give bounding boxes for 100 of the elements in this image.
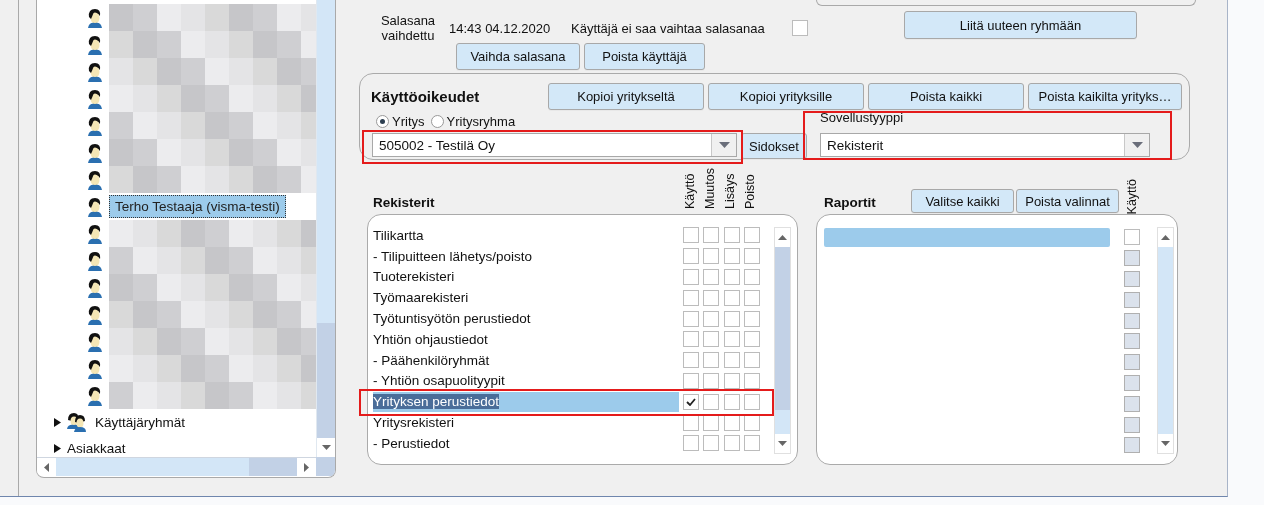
expand-arrow-icon[interactable] — [54, 443, 61, 453]
action-button[interactable]: Kopioi yrityksille — [708, 83, 864, 110]
scroll-down-button[interactable] — [775, 434, 790, 453]
checkbox[interactable] — [703, 435, 720, 452]
checkbox[interactable] — [743, 227, 760, 244]
checkbox[interactable] — [703, 289, 720, 306]
action-button[interactable]: Poista kaikki — [868, 83, 1024, 110]
list-item[interactable]: Yrityksen perustiedot — [373, 394, 500, 410]
list-item[interactable]: Yhtiön ohjaustiedot — [373, 331, 488, 347]
left-arrow-icon — [44, 462, 49, 472]
checkbox[interactable] — [743, 435, 760, 452]
checkbox[interactable] — [1124, 229, 1140, 246]
down-arrow-icon — [321, 445, 331, 450]
checkbox[interactable] — [703, 248, 720, 265]
checkbox[interactable] — [683, 435, 699, 452]
vertical-scrollbar[interactable] — [774, 227, 791, 454]
action-button[interactable]: Poista kaikilta yrityks… — [1028, 83, 1182, 110]
user-icon — [86, 169, 103, 190]
list-item[interactable]: - Yhtiön osapuolityypit — [373, 373, 505, 389]
checkbox[interactable] — [723, 310, 740, 327]
list-item[interactable]: Tuoterekisteri — [373, 269, 455, 285]
scroll-thumb[interactable] — [249, 458, 297, 476]
right-arrow-icon — [304, 462, 309, 472]
list-item[interactable]: - Perustiedot — [373, 435, 450, 451]
tree-item[interactable]: Asiakkaat — [67, 440, 126, 456]
list-item[interactable] — [824, 227, 1110, 247]
vertical-scrollbar[interactable] — [316, 0, 335, 457]
user-icon — [86, 331, 103, 352]
checkbox[interactable] — [703, 372, 720, 389]
action-button[interactable]: Valitse kaikki — [911, 189, 1014, 213]
checkbox[interactable] — [683, 269, 699, 285]
checkbox[interactable] — [743, 372, 760, 389]
horizontal-scrollbar[interactable] — [37, 457, 316, 476]
expand-arrow-icon[interactable] — [54, 417, 61, 427]
checkbox[interactable] — [703, 393, 720, 410]
user-icon — [86, 142, 103, 163]
vertical-scrollbar[interactable] — [1157, 227, 1174, 454]
links-button[interactable]: Sidokset — [741, 133, 807, 159]
checkbox[interactable] — [792, 20, 808, 36]
column-header: Käyttö — [1124, 177, 1140, 214]
list-item[interactable]: - Päähenkilöryhmät — [373, 352, 490, 368]
checkbox[interactable] — [743, 393, 760, 410]
checkbox[interactable] — [703, 227, 720, 244]
checkbox[interactable] — [743, 289, 760, 306]
list-item[interactable]: Työmaarekisteri — [373, 290, 469, 306]
action-button[interactable]: Kopioi yritykseltä — [548, 83, 704, 110]
checkbox[interactable] — [743, 352, 760, 369]
company-dropdown[interactable]: 505002 - Testilä Oy — [372, 133, 737, 157]
action-button[interactable]: Vaihda salasana — [456, 43, 580, 70]
checkbox[interactable] — [743, 248, 760, 265]
checkbox[interactable] — [723, 269, 740, 285]
section-title: Raportit — [824, 195, 877, 212]
user-icon — [86, 196, 103, 217]
down-arrow-icon — [1161, 441, 1170, 446]
list-item[interactable]: Työtuntisyötön perustiedot — [373, 311, 531, 327]
tree-item[interactable]: Käyttäjäryhmät — [95, 414, 186, 430]
scroll-thumb[interactable] — [317, 323, 335, 438]
checkbox[interactable] — [683, 310, 699, 327]
checkbox[interactable] — [683, 331, 699, 348]
checkbox[interactable] — [723, 331, 740, 348]
checkbox[interactable] — [743, 310, 760, 327]
checkbox[interactable] — [743, 331, 760, 348]
tree-item[interactable]: Terho Testaaja (visma-testi) — [109, 195, 286, 218]
radio-option[interactable]: Yritys — [376, 113, 425, 129]
user-icon — [86, 7, 103, 28]
checkbox[interactable] — [703, 269, 720, 285]
action-button[interactable]: Poista valinnat — [1016, 189, 1119, 213]
checkbox[interactable] — [683, 393, 699, 410]
checkbox[interactable] — [683, 289, 699, 306]
scroll-up-button[interactable] — [775, 228, 790, 247]
list-item[interactable]: Yritysrekisteri — [373, 415, 454, 431]
application-type-dropdown[interactable]: Rekisterit — [820, 133, 1150, 157]
checkbox[interactable] — [703, 310, 720, 327]
list-item[interactable]: Tilikartta — [373, 227, 424, 243]
checkbox[interactable] — [703, 331, 720, 348]
user-icon — [86, 223, 103, 244]
radio-option[interactable]: Yritysryhma — [430, 113, 516, 129]
checkbox[interactable] — [723, 352, 740, 369]
up-arrow-icon — [1161, 235, 1170, 240]
checkbox[interactable] — [683, 248, 699, 265]
action-button[interactable]: Poista käyttäjä — [584, 43, 705, 70]
checkbox[interactable] — [723, 372, 740, 389]
checkbox[interactable] — [723, 435, 740, 452]
checkbox[interactable] — [723, 248, 740, 265]
checkbox[interactable] — [683, 372, 699, 389]
list-item[interactable]: - Tilipuitteen lähetys/poisto — [373, 248, 533, 264]
checkbox[interactable] — [723, 289, 740, 306]
scroll-thumb[interactable] — [775, 247, 790, 410]
date-value: 14:43 04.12.2020 — [449, 20, 552, 36]
checkbox[interactable] — [723, 393, 740, 410]
checkbox[interactable] — [743, 269, 760, 285]
user-icon — [86, 277, 103, 298]
scroll-thumb[interactable] — [1158, 247, 1173, 434]
column-header: Käyttö — [682, 172, 698, 209]
checkbox[interactable] — [723, 227, 740, 244]
checkbox[interactable] — [683, 227, 699, 244]
checkbox[interactable] — [683, 352, 699, 369]
user-icon — [86, 61, 103, 82]
checkbox[interactable] — [703, 352, 720, 369]
add-to-group-button[interactable]: Liitä uuteen ryhmään — [904, 11, 1137, 39]
